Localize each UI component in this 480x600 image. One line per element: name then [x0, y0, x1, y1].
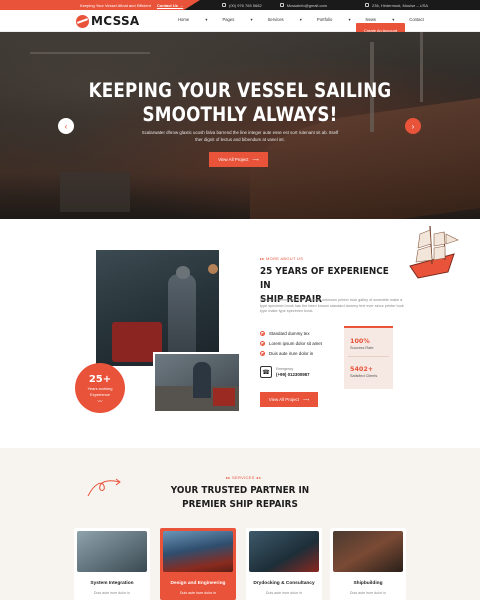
- checklist-item: Duis aute irure dolor in: [260, 348, 322, 358]
- arrow-right-icon: ⟶: [252, 156, 259, 162]
- checklist-item: Standard dummy tex: [260, 328, 322, 338]
- check-icon: [260, 340, 265, 346]
- dock-equipment-image: [60, 172, 130, 212]
- stats-box: 100% Success Rate 5402+ Satisfied Client…: [344, 326, 393, 389]
- logo-text: MCSSA: [91, 14, 140, 28]
- location-icon: [365, 3, 369, 7]
- chat-icon: ☎: [260, 366, 272, 378]
- promo-contact-link[interactable]: Contact Us →: [157, 3, 183, 8]
- top-bar: Keeping Your Vessel Afloat and Efficient…: [0, 0, 480, 10]
- service-image: [333, 531, 403, 572]
- service-card-system-integration[interactable]: System Integration Duis aute irure dolor…: [74, 528, 150, 600]
- hero-subtitle: Scalarwater dhrow glaxtic ucosh falva ba…: [141, 130, 339, 142]
- promo-strip: Keeping Your Vessel Afloat and Efficient…: [0, 0, 200, 10]
- services-section: [0, 448, 480, 600]
- services-title: YOUR TRUSTED PARTNER IN PREMIER SHIP REP…: [170, 485, 310, 510]
- service-card-design-engineering[interactable]: Design and Engineering Duis aute irure d…: [160, 528, 236, 600]
- experience-badge: 25+ Years working Experience 〰: [75, 363, 125, 413]
- mail-icon: [279, 3, 284, 7]
- about-secondary-image: [153, 352, 241, 413]
- check-icon: [260, 330, 265, 336]
- about-section-tag: ▸▸ MORE ABOUT US: [260, 256, 304, 261]
- promo-text: Keeping Your Vessel Afloat and Efficient: [80, 2, 151, 8]
- checklist-item: Lorem ipsum dolor sit amet: [260, 338, 322, 348]
- service-image: [77, 531, 147, 572]
- crane-image: [30, 52, 150, 54]
- topbar-address: 236, Hintermost, Moulse – USA: [365, 3, 428, 8]
- emergency-phone[interactable]: ☎ Emergency (+99) 012300987: [260, 366, 310, 378]
- nav-item-portfolio[interactable]: Portfolio ▾: [317, 17, 351, 22]
- about-view-projects-button[interactable]: View All Project ⟶: [260, 392, 318, 407]
- signature-icon: 〰: [97, 399, 103, 406]
- feature-checklist: Standard dummy tex Lorem ipsum dolor sit…: [260, 328, 322, 358]
- logo-icon: [76, 14, 89, 28]
- logo[interactable]: MCSSA: [76, 14, 140, 28]
- nav-item-contact[interactable]: Contact: [409, 17, 438, 22]
- hero-view-projects-button[interactable]: View All Project ⟶: [209, 152, 268, 167]
- stat-success-rate: 100% Success Rate: [350, 337, 374, 350]
- nav-item-news[interactable]: News ▾: [366, 17, 395, 22]
- service-image: [249, 531, 319, 572]
- nav-item-pages[interactable]: Pages ▾: [222, 17, 252, 22]
- about-description: Standard dummy text ever since the unkno…: [260, 298, 404, 313]
- hero-title: KEEPING YOUR VESSEL SAILING SMOOTHLY ALW…: [88, 79, 392, 126]
- topbar-phone[interactable]: (00) 976 765 5682: [222, 3, 262, 8]
- nav-menu: Home ▾ Pages ▾ Services ▾ Portfolio ▾ Ne…: [178, 17, 454, 22]
- slider-prev-button[interactable]: ‹: [58, 118, 74, 134]
- check-icon: [260, 350, 265, 356]
- stat-satisfied-clients: 5402+ Satisfied Clients: [348, 356, 389, 378]
- nav-item-services[interactable]: Services ▾: [268, 17, 302, 22]
- topbar-email[interactable]: Mcssainfo@gmail.com: [279, 3, 327, 8]
- service-card-drydocking[interactable]: Drydocking & Consultancy Duis aute irure…: [246, 528, 322, 600]
- service-image: [163, 531, 233, 572]
- slider-next-button[interactable]: ›: [405, 118, 421, 134]
- phone-icon: [222, 3, 226, 7]
- arrow-right-icon: ⟶: [302, 396, 310, 402]
- sailing-ship-icon: [409, 225, 459, 279]
- about-main-image: [96, 250, 219, 366]
- main-nav: MCSSA Home ▾ Pages ▾ Services ▾ Portfoli…: [0, 10, 480, 37]
- service-card-shipbuilding[interactable]: Shipbuilding Duis aute irure dolor in: [330, 528, 406, 600]
- services-section-tag: ▸▸ SERVICES ◂◂: [226, 475, 261, 480]
- nav-item-home[interactable]: Home ▾: [178, 17, 207, 22]
